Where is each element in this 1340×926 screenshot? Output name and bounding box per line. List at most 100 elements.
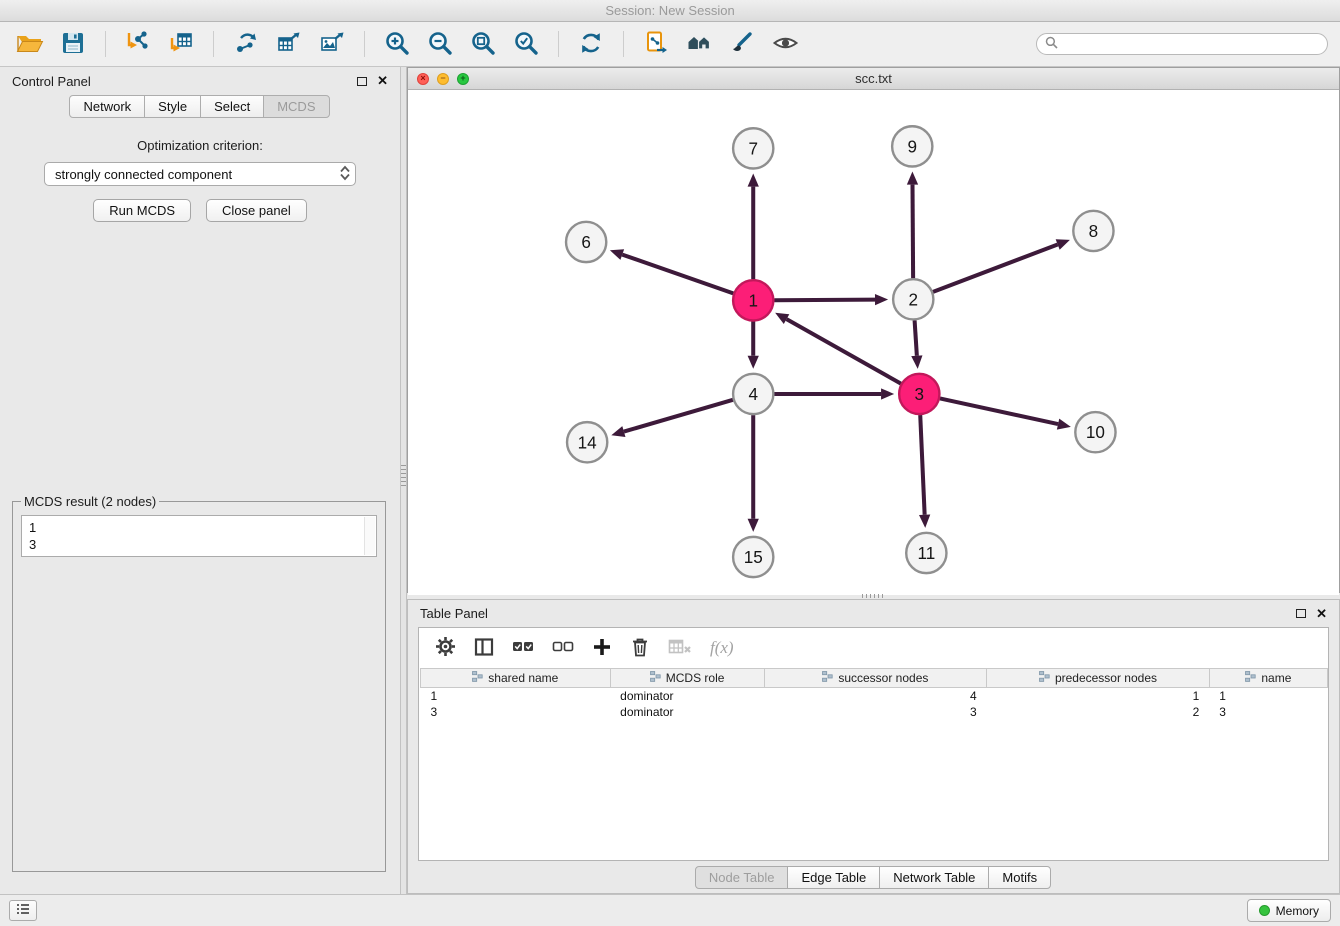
table-cell[interactable]: 4 — [764, 688, 987, 704]
graph-node-6[interactable]: 6 — [566, 222, 606, 262]
select-all-button[interactable] — [512, 639, 534, 657]
show-hide-graphics-button[interactable] — [767, 27, 803, 61]
horizontal-splitter[interactable] — [407, 593, 1340, 599]
mcds-result-item[interactable]: 1 — [29, 519, 369, 536]
function-builder-button[interactable]: f(x) — [710, 638, 734, 658]
graph-node-3[interactable]: 3 — [899, 374, 939, 414]
splitter-grip-icon[interactable] — [862, 594, 884, 598]
export-table-button[interactable] — [271, 27, 307, 61]
zoom-out-button[interactable] — [422, 27, 458, 61]
table-toolbar: f(x) — [419, 628, 1328, 668]
first-neighbors-button[interactable] — [681, 27, 717, 61]
table-settings-button[interactable] — [435, 636, 456, 660]
graph-edge-2-8[interactable] — [933, 244, 1058, 291]
deselect-all-button[interactable] — [552, 639, 574, 657]
table-cell[interactable]: 2 — [987, 704, 1210, 720]
graph-node-1[interactable]: 1 — [733, 280, 773, 320]
table-empty-area — [419, 720, 1328, 861]
network-window-titlebar[interactable]: scc.txt × − + — [408, 68, 1339, 90]
tab-node-table[interactable]: Node Table — [695, 866, 789, 889]
tab-network[interactable]: Network — [69, 95, 145, 118]
graph-node-15[interactable]: 15 — [733, 537, 773, 577]
tab-select[interactable]: Select — [200, 95, 264, 118]
table-row[interactable]: 3dominator323 — [421, 704, 1328, 720]
mcds-result-item[interactable]: 3 — [29, 536, 369, 553]
tab-network-table[interactable]: Network Table — [879, 866, 989, 889]
graph-edge-4-14[interactable] — [624, 400, 733, 432]
search-input[interactable] — [1036, 33, 1328, 55]
graph-edge-3-10[interactable] — [940, 398, 1058, 424]
import-table-button[interactable] — [163, 27, 199, 61]
tab-mcds[interactable]: MCDS — [263, 95, 329, 118]
graph-node-11[interactable]: 11 — [906, 533, 946, 573]
graph-edge-3-11[interactable] — [920, 415, 924, 515]
save-session-button[interactable] — [55, 27, 91, 61]
graph-edge-2-3[interactable] — [915, 320, 917, 355]
style-brush-button[interactable] — [724, 27, 760, 61]
column-header-successor-nodes[interactable]: successor nodes — [764, 669, 987, 688]
import-table-icon — [168, 30, 194, 59]
float-panel-icon[interactable] — [357, 77, 367, 86]
zoom-fit-button[interactable] — [465, 27, 501, 61]
table-cell[interactable]: 3 — [421, 704, 611, 720]
graph-node-10[interactable]: 10 — [1075, 412, 1115, 452]
export-image-button[interactable] — [314, 27, 350, 61]
graph-node-4[interactable]: 4 — [733, 374, 773, 414]
column-header-mcds-role[interactable]: MCDS role — [610, 669, 764, 688]
table-cell[interactable]: dominator — [610, 688, 764, 704]
close-window-icon[interactable]: × — [417, 73, 429, 85]
search-text-field[interactable] — [1063, 37, 1319, 51]
minimize-window-icon[interactable]: − — [437, 73, 449, 85]
tab-edge-table[interactable]: Edge Table — [787, 866, 880, 889]
zoom-selected-button[interactable] — [508, 27, 544, 61]
table-cell[interactable]: 1 — [987, 688, 1210, 704]
close-panel-icon[interactable]: ✕ — [377, 76, 388, 86]
vertical-splitter[interactable] — [400, 67, 407, 894]
export-network-button[interactable] — [228, 27, 264, 61]
table-cell[interactable]: 1 — [421, 688, 611, 704]
column-header-predecessor-nodes[interactable]: predecessor nodes — [987, 669, 1210, 688]
table-cell[interactable]: 3 — [1209, 704, 1327, 720]
column-header-name[interactable]: name — [1209, 669, 1327, 688]
show-column-button[interactable] — [474, 637, 494, 660]
zoom-in-button[interactable] — [379, 27, 415, 61]
tab-style[interactable]: Style — [144, 95, 201, 118]
graph-edge-3-1[interactable] — [787, 319, 901, 383]
network-from-clipboard-button[interactable] — [638, 27, 674, 61]
float-panel-icon[interactable] — [1296, 609, 1306, 618]
new-column-button[interactable] — [592, 637, 612, 660]
splitter-grip-icon[interactable] — [401, 465, 406, 487]
criterion-dropdown[interactable]: strongly connected component — [44, 162, 356, 186]
export-image-icon — [319, 30, 345, 59]
network-graph[interactable]: 7 9 6 8 1 2 4 3 14 10 15 11 — [408, 90, 1339, 595]
graph-node-14[interactable]: 14 — [567, 422, 607, 462]
close-panel-button[interactable]: Close panel — [206, 199, 307, 222]
maximize-window-icon[interactable]: + — [457, 73, 469, 85]
import-network-button[interactable] — [120, 27, 156, 61]
delete-table-button[interactable] — [668, 638, 692, 659]
table-cell[interactable]: dominator — [610, 704, 764, 720]
column-header-shared-name[interactable]: shared name — [421, 669, 611, 688]
mcds-result-list[interactable]: 13 — [21, 515, 377, 557]
network-canvas[interactable]: 7 9 6 8 1 2 4 3 14 10 15 11 — [408, 90, 1339, 595]
show-panels-button[interactable] — [9, 900, 37, 921]
graph-edge-1-2[interactable] — [774, 300, 875, 301]
open-session-button[interactable] — [12, 27, 48, 61]
delete-column-button[interactable] — [630, 636, 650, 660]
table-cell[interactable]: 3 — [764, 704, 987, 720]
table-row[interactable]: 1dominator411 — [421, 688, 1328, 704]
close-panel-icon[interactable]: ✕ — [1316, 609, 1327, 619]
graph-edge-2-9[interactable] — [913, 185, 914, 279]
graph-node-8[interactable]: 8 — [1073, 211, 1113, 251]
graph-node-9[interactable]: 9 — [892, 126, 932, 166]
graph-node-7[interactable]: 7 — [733, 128, 773, 168]
run-mcds-button[interactable]: Run MCDS — [93, 199, 191, 222]
apply-layout-button[interactable] — [573, 27, 609, 61]
edge-arrowhead — [911, 355, 922, 368]
graph-node-2[interactable]: 2 — [893, 279, 933, 319]
table-cell[interactable]: 1 — [1209, 688, 1327, 704]
graph-edge-1-6[interactable] — [622, 255, 733, 294]
tab-motifs[interactable]: Motifs — [988, 866, 1051, 889]
result-scrollbar[interactable] — [364, 517, 375, 555]
memory-button[interactable]: Memory — [1247, 899, 1331, 922]
